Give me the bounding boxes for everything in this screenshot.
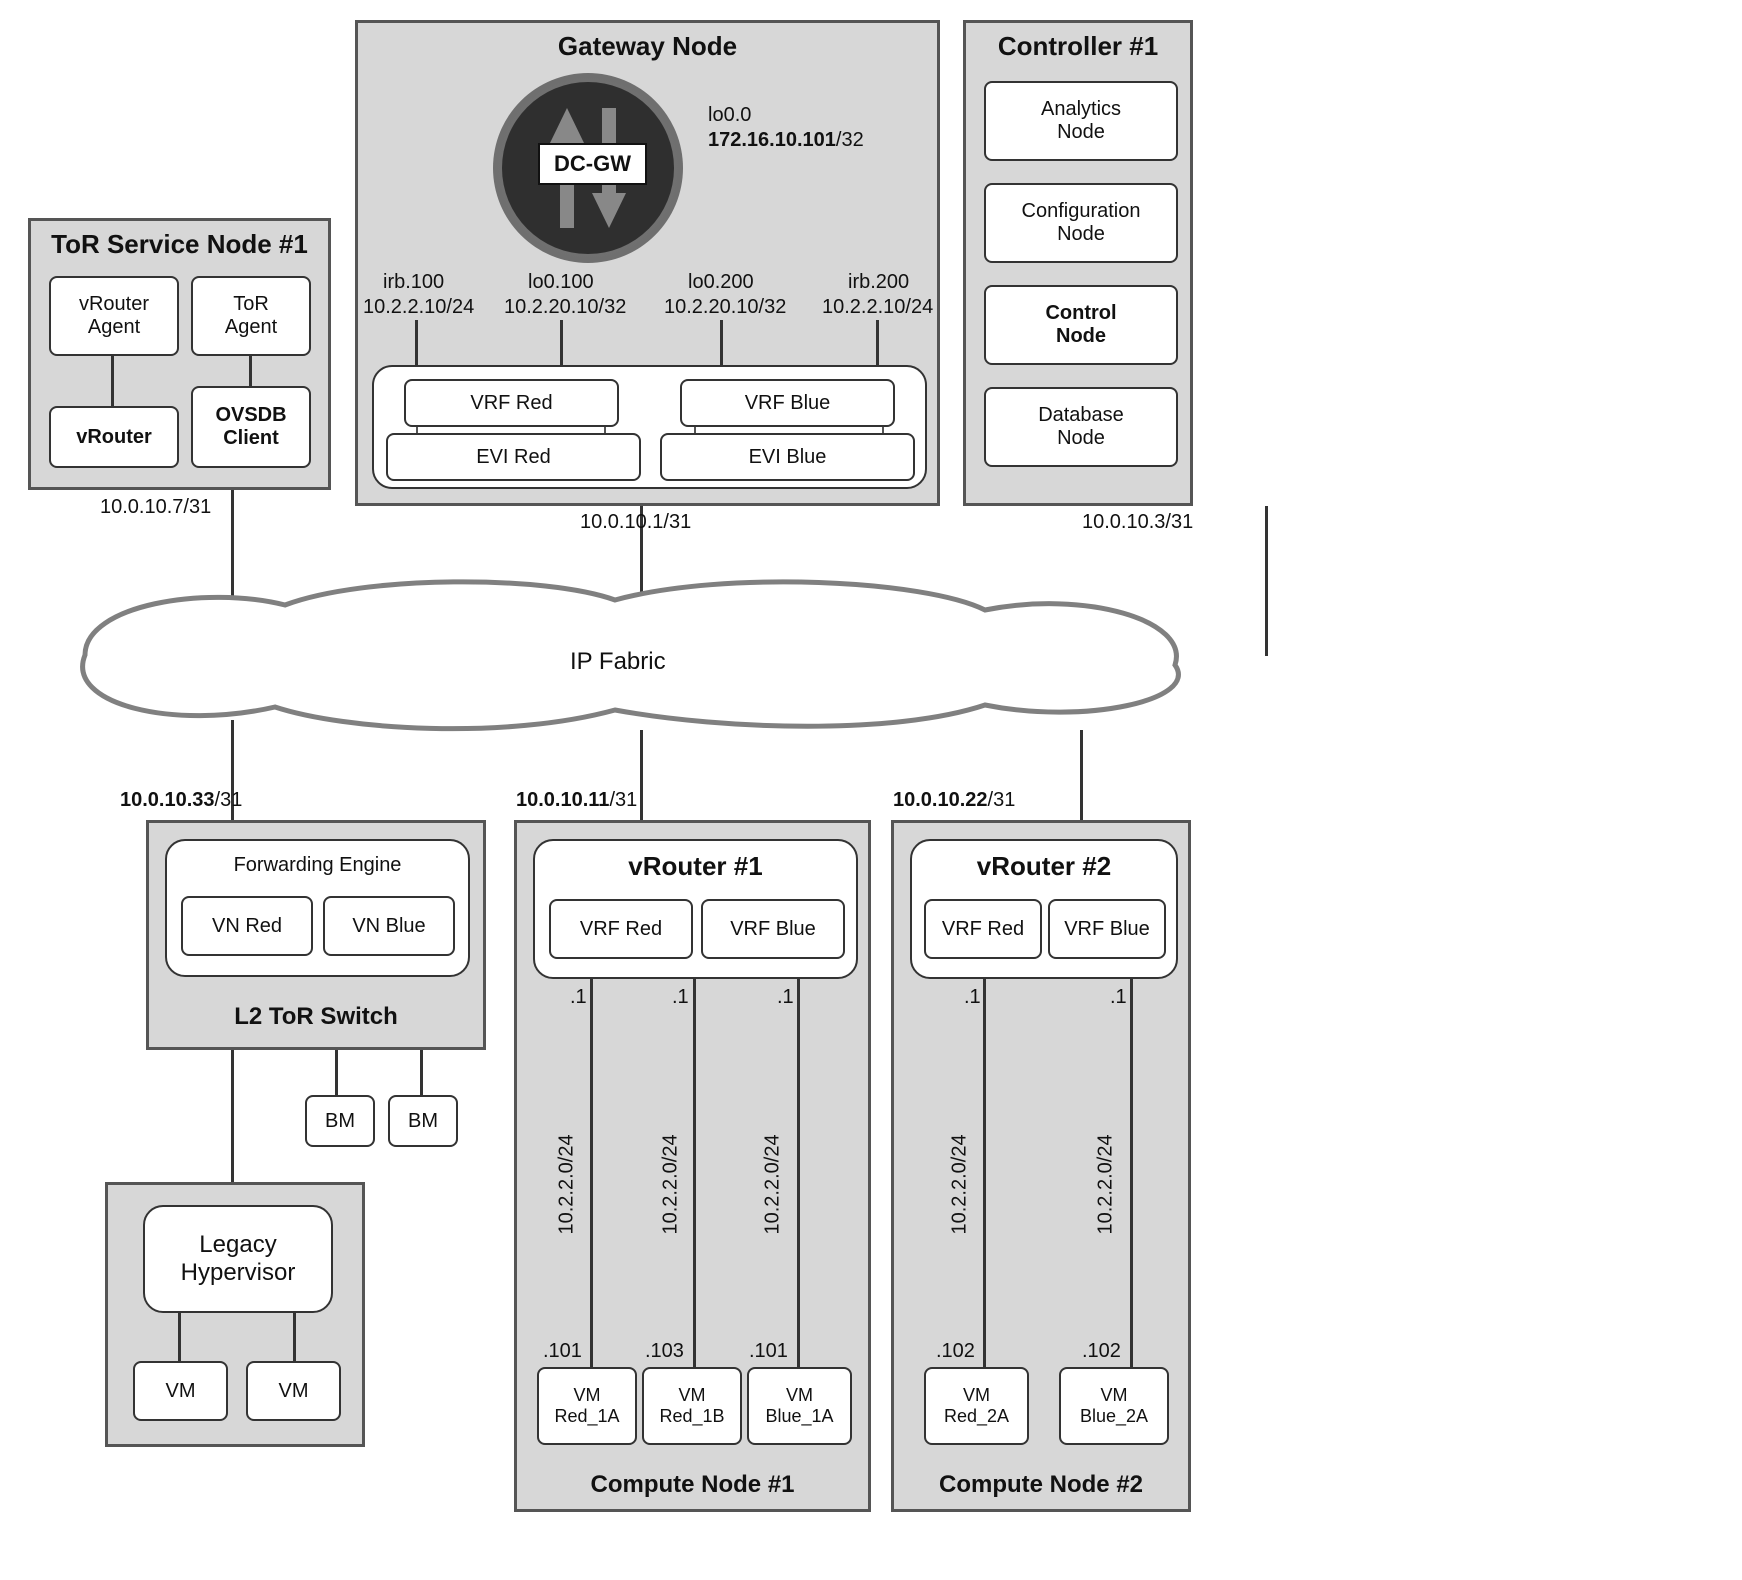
vm-box-2: VM [246, 1361, 341, 1421]
compute2-vrouter-title: vRouter #2 [912, 851, 1176, 882]
legacy-hypervisor-box: Legacy Hypervisor [143, 1205, 333, 1313]
vrouter-agent-box: vRouter Agent [49, 276, 179, 356]
connector [1265, 506, 1268, 656]
c1-gw-ip-2: .1 [672, 985, 689, 1009]
tor-service-title: ToR Service Node #1 [31, 229, 328, 260]
tor-service-panel: ToR Service Node #1 vRouter Agent ToR Ag… [28, 218, 331, 490]
torswitch-title: L2 ToR Switch [149, 1003, 483, 1032]
tor-service-ip: 10.0.10.7/31 [100, 495, 211, 519]
controller-ip: 10.0.10.3/31 [1082, 510, 1193, 534]
connector [693, 979, 696, 1367]
connector [293, 1313, 296, 1361]
c2-vm2: VM Blue_2A [1059, 1367, 1169, 1445]
c2-vmip-2: .102 [1082, 1339, 1121, 1363]
forwarding-engine-label: Forwarding Engine [167, 853, 468, 877]
forwarding-engine-box: Forwarding Engine VN Red VN Blue [165, 839, 470, 977]
evi-blue-box: EVI Blue [660, 433, 915, 481]
compute1-vrouter-title: vRouter #1 [535, 851, 856, 882]
compute1-vrf-blue: VRF Blue [701, 899, 845, 959]
compute1-vrouter-box: vRouter #1 VRF Red VRF Blue [533, 839, 858, 979]
ip-fabric-label: IP Fabric [570, 648, 666, 677]
gateway-routing-container: VRF Red VRF Blue EVI Red EVI Blue [372, 365, 927, 489]
configuration-node-box: Configuration Node [984, 183, 1178, 263]
c2-gw-ip-2: .1 [1110, 985, 1127, 1009]
c1-subnet-1: 10.2.2.0/24 [556, 1115, 579, 1235]
gateway-ip: 10.0.10.1/31 [580, 510, 691, 534]
gateway-lo-label: lo0.0 [708, 103, 751, 127]
compute2-vrouter-box: vRouter #2 VRF Red VRF Blue [910, 839, 1178, 979]
database-node-box: Database Node [984, 387, 1178, 467]
irb100-ip: 10.2.2.10/24 [363, 295, 474, 319]
controller-title: Controller #1 [966, 31, 1190, 62]
connector [983, 979, 986, 1367]
lo200-name: lo0.200 [688, 270, 754, 294]
irb200-name: irb.200 [848, 270, 909, 294]
connector [249, 356, 252, 388]
c2-vm1: VM Red_2A [924, 1367, 1029, 1445]
gateway-lo-ip-suffix: /32 [836, 129, 864, 151]
connector [590, 979, 593, 1367]
compute2-panel: vRouter #2 VRF Red VRF Blue .1 .1 10.2.2… [891, 820, 1191, 1512]
c1-vmip-3: .101 [749, 1339, 788, 1363]
compute2-vrf-red: VRF Red [924, 899, 1042, 959]
compute1-title: Compute Node #1 [517, 1471, 868, 1500]
gateway-lo-ip: 172.16.10.101/32 [708, 128, 864, 152]
connector [1080, 730, 1083, 820]
vrf-blue-box: VRF Blue [680, 379, 895, 427]
compute1-vrf-red: VRF Red [549, 899, 693, 959]
c1-subnet-2: 10.2.2.0/24 [660, 1115, 683, 1235]
bm-box-2: BM [388, 1095, 458, 1147]
connector [178, 1313, 181, 1361]
evi-red-box: EVI Red [386, 433, 641, 481]
connector [1130, 979, 1133, 1367]
ip-fabric-cloud [25, 535, 1205, 735]
connector [640, 730, 643, 820]
c1-gw-ip-3: .1 [777, 985, 794, 1009]
compute1-panel: vRouter #1 VRF Red VRF Blue .1 .1 .1 10.… [514, 820, 871, 1512]
compute2-vrf-blue: VRF Blue [1048, 899, 1166, 959]
vrf-red-box: VRF Red [404, 379, 619, 427]
diagram-canvas: ToR Service Node #1 vRouter Agent ToR Ag… [20, 20, 1720, 1560]
vn-blue-box: VN Blue [323, 896, 455, 956]
c2-gw-ip-1: .1 [964, 985, 981, 1009]
vn-red-box: VN Red [181, 896, 313, 956]
torswitch-panel: Forwarding Engine VN Red VN Blue L2 ToR … [146, 820, 486, 1050]
c1-subnet-3: 10.2.2.0/24 [762, 1115, 785, 1235]
vrouter-box: vRouter [49, 406, 179, 468]
gateway-title: Gateway Node [358, 31, 937, 62]
c2-subnet-1: 10.2.2.0/24 [949, 1115, 972, 1235]
ovsdb-client-box: OVSDB Client [191, 386, 311, 468]
lo200-ip: 10.2.20.10/32 [664, 295, 786, 319]
analytics-node-box: Analytics Node [984, 81, 1178, 161]
lo100-name: lo0.100 [528, 270, 594, 294]
irb200-ip: 10.2.2.10/24 [822, 295, 933, 319]
bm-box-1: BM [305, 1095, 375, 1147]
connector [797, 979, 800, 1367]
c2-vmip-1: .102 [936, 1339, 975, 1363]
gateway-lo-ip-bold: 172.16.10.101 [708, 129, 836, 151]
c1-vmip-2: .103 [645, 1339, 684, 1363]
dcgw-label: DC-GW [538, 143, 647, 185]
gateway-panel: Gateway Node DC-GW lo0.0 172.16.10.101/3… [355, 20, 940, 506]
compute2-title: Compute Node #2 [894, 1471, 1188, 1500]
compute1-ip: 10.0.10.11/31 [516, 788, 637, 812]
c1-vm1: VM Red_1A [537, 1367, 637, 1445]
irb100-name: irb.100 [383, 270, 444, 294]
c1-vmip-1: .101 [543, 1339, 582, 1363]
control-node-box: Control Node [984, 285, 1178, 365]
connector [111, 356, 114, 406]
lo100-ip: 10.2.20.10/32 [504, 295, 626, 319]
c1-vm3: VM Blue_1A [747, 1367, 852, 1445]
controller-panel: Controller #1 Analytics Node Configurati… [963, 20, 1193, 506]
c1-gw-ip-1: .1 [570, 985, 587, 1009]
compute2-ip: 10.0.10.22/31 [893, 788, 1015, 812]
legacy-hypervisor-panel: Legacy Hypervisor VM VM [105, 1182, 365, 1447]
c1-vm2: VM Red_1B [642, 1367, 742, 1445]
torswitch-ip: 10.0.10.33/31 [120, 788, 242, 812]
vm-box-1: VM [133, 1361, 228, 1421]
c2-subnet-2: 10.2.2.0/24 [1095, 1115, 1118, 1235]
tor-agent-box: ToR Agent [191, 276, 311, 356]
